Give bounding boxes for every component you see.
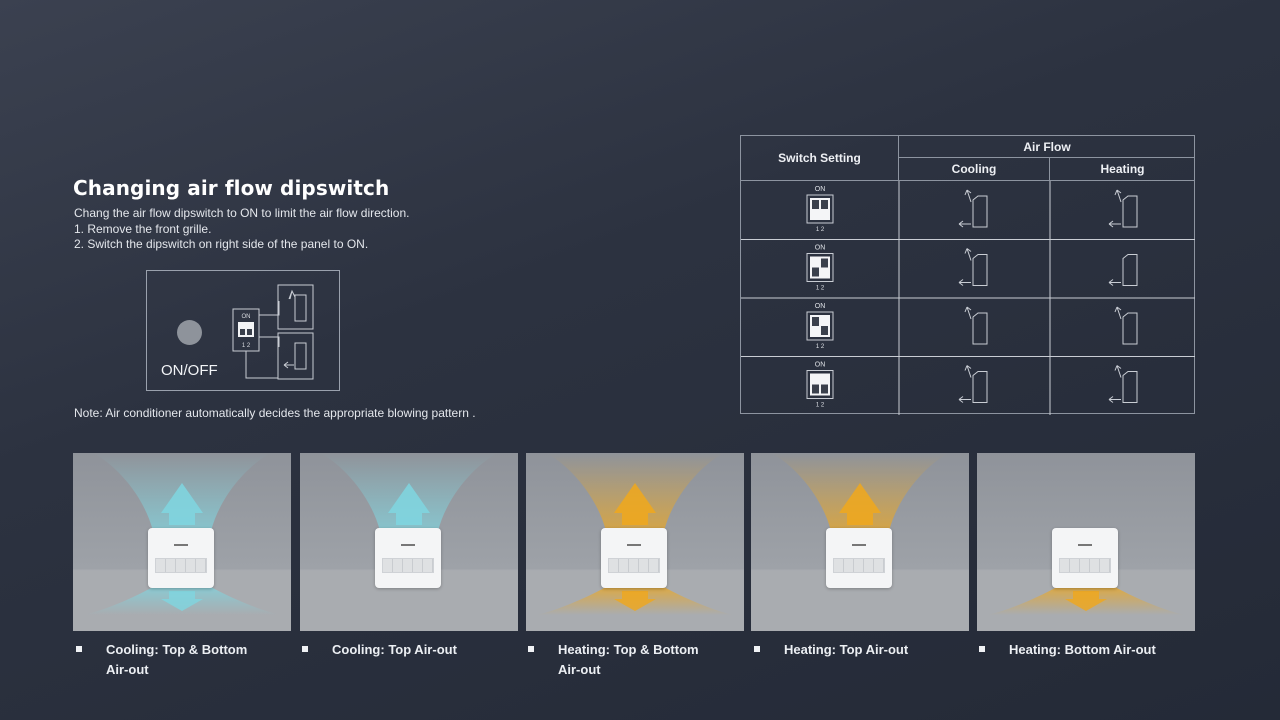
bullet-icon	[76, 646, 82, 652]
airflow-pattern-icon	[958, 248, 988, 286]
airflow-pattern-icon	[1114, 306, 1138, 345]
note-text: Note: Air conditioner automatically deci…	[74, 406, 476, 420]
airflow-pattern-icon	[958, 189, 988, 228]
card-heating-top	[751, 453, 969, 631]
panel-dip-on: ON	[242, 314, 251, 320]
page-title: Changing air flow dipswitch	[73, 176, 390, 200]
dip-on-label: ON	[815, 303, 826, 310]
dipswitch-icon: ON 1 2	[806, 186, 834, 233]
instruction-step-1: 1. Remove the front grille.	[74, 221, 212, 236]
airflow-table-body: ON 1 2 ON 1 2 ON 1 2 ON 1 2	[741, 181, 1195, 415]
bullet-icon	[302, 646, 308, 652]
airflow-table: Switch Setting Air Flow Cooling Heating …	[740, 135, 1195, 415]
card-heating-bottom	[977, 453, 1195, 631]
panel-diagram: ON/OFF ON 1 2	[146, 270, 340, 391]
dip-on-label: ON	[815, 245, 826, 252]
card-cooling-top-bottom	[73, 453, 291, 631]
dip-number-label: 1 2	[816, 344, 825, 350]
ac-unit-image	[601, 528, 667, 588]
dip-on-label: ON	[815, 186, 826, 193]
dip-number-label: 1 2	[816, 227, 825, 233]
dip-number-label: 1 2	[816, 403, 825, 409]
ac-unit-image	[1052, 528, 1118, 588]
airflow-pattern-icon	[958, 365, 988, 403]
airflow-pattern-icon	[1108, 254, 1138, 286]
card-heating-top-bottom	[526, 453, 744, 631]
bullet-icon	[979, 646, 985, 652]
ac-unit-image	[826, 528, 892, 588]
card-cooling-top	[300, 453, 518, 631]
dipswitch-icon: ON 1 2	[806, 303, 834, 350]
panel-dipswitch-icon: ON 1 2	[232, 308, 260, 352]
bullet-icon	[754, 646, 760, 652]
airflow-pattern-icon	[964, 306, 988, 345]
dip-number-label: 1 2	[816, 286, 825, 292]
panel-dip-numbers: 1 2	[242, 343, 251, 349]
bullet-icon	[528, 646, 534, 652]
instruction-step-2: 2. Switch the dipswitch on right side of…	[74, 237, 369, 251]
dipswitch-icon: ON 1 2	[806, 245, 834, 292]
ac-unit-image	[375, 528, 441, 588]
airflow-pattern-icon	[1108, 365, 1138, 403]
instruction-intro: Chang the air flow dipswitch to ON to li…	[74, 206, 410, 220]
instructions: Chang the air flow dipswitch to ON to li…	[74, 206, 409, 253]
dipswitch-icon: ON 1 2	[806, 362, 834, 409]
ac-unit-image	[148, 528, 214, 588]
panel-dipswitch-diagram: ON 1 2	[232, 284, 314, 380]
dip-on-label: ON	[815, 362, 826, 369]
airflow-pattern-icon	[1108, 189, 1138, 228]
